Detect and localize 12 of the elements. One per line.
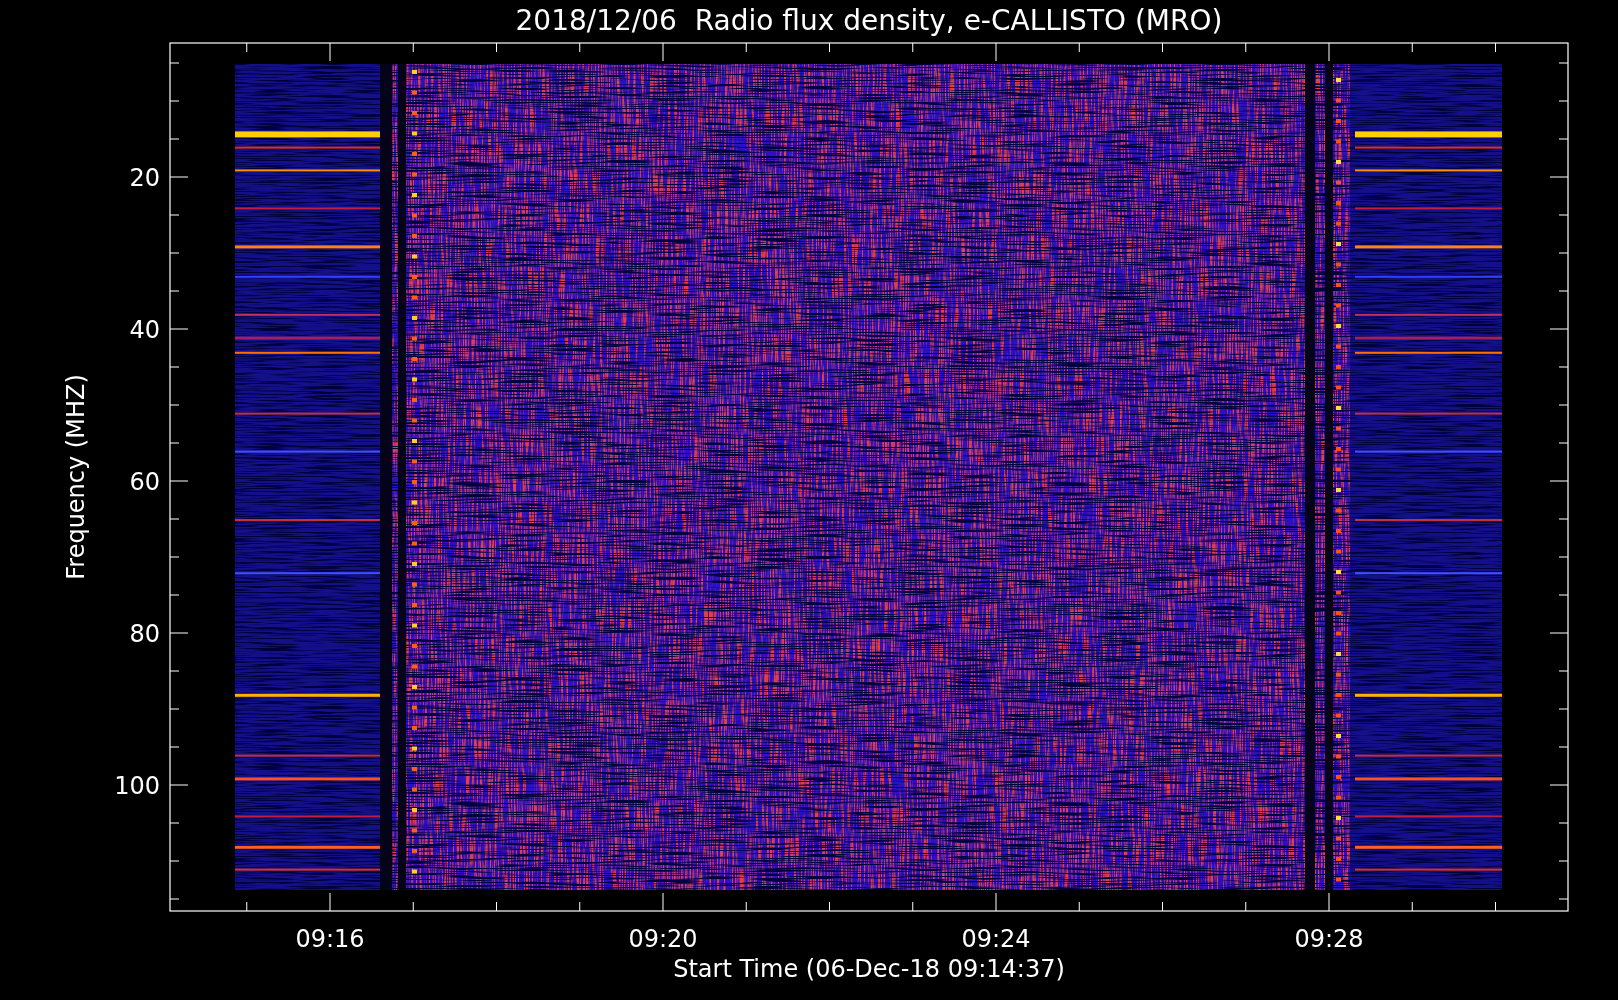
tick-label: 80 bbox=[129, 620, 160, 648]
tick-label: 09:20 bbox=[628, 925, 698, 953]
tick-label: 60 bbox=[129, 468, 160, 496]
tick-label: 20 bbox=[129, 164, 160, 192]
tick-label: 09:24 bbox=[961, 925, 1031, 953]
x-axis-label: Start Time (06-Dec-18 09:14:37) bbox=[673, 955, 1065, 983]
y-axis-label: Frequency (MHZ) bbox=[62, 374, 90, 580]
tick-label: 100 bbox=[114, 772, 160, 800]
tick-label: 09:28 bbox=[1294, 925, 1364, 953]
chart-title: 2018/12/06 Radio flux density, e-CALLISTO (MRO) bbox=[515, 4, 1223, 37]
tick-label: 40 bbox=[129, 316, 160, 344]
tick-label: 09:16 bbox=[295, 925, 365, 953]
